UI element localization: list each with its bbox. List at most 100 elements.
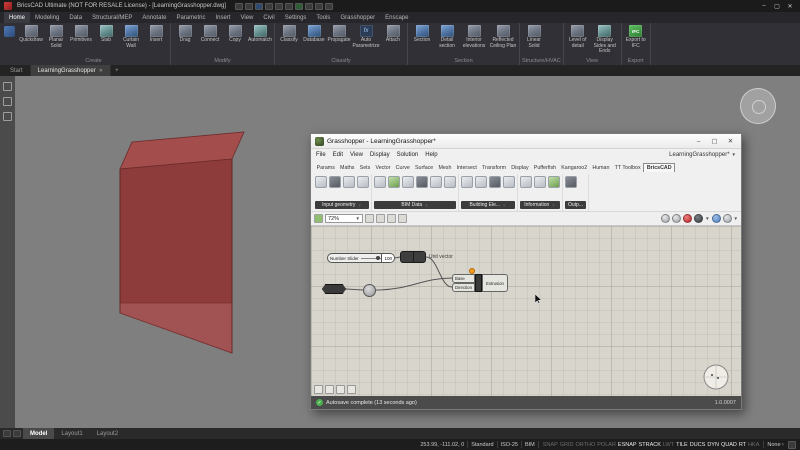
- ribbon-button-display-sides-ends[interactable]: Display Sides and Ends: [591, 24, 619, 55]
- gh-group-label[interactable]: BIM Data▼: [374, 201, 456, 209]
- model-viewport[interactable]: Grasshopper - LearningGrasshopper* – ▢ ✕…: [0, 76, 800, 428]
- toggle-ducs[interactable]: DUCS: [689, 442, 707, 448]
- doc-tab-learninggrasshopper[interactable]: LearningGrasshopper ✕: [31, 65, 111, 76]
- canvas-radar[interactable]: [703, 364, 729, 390]
- tab-view[interactable]: View: [235, 12, 258, 23]
- gh-tab-intersect[interactable]: Intersect: [454, 164, 480, 172]
- ribbon-button-planar-solid[interactable]: Planar Solid: [44, 24, 68, 49]
- zoom-in-icon[interactable]: [365, 214, 374, 223]
- gh-menu-edit[interactable]: Edit: [333, 152, 343, 158]
- undo-icon[interactable]: [275, 3, 283, 10]
- gh-component-icon[interactable]: [461, 176, 473, 188]
- gh-menu-file[interactable]: File: [316, 152, 326, 158]
- cursor-settings-icon[interactable]: [295, 3, 303, 10]
- number-slider-node[interactable]: Number Slider 100: [327, 253, 395, 263]
- toggle-snap[interactable]: SNAP: [542, 442, 559, 448]
- gh-menu-view[interactable]: View: [350, 152, 363, 158]
- toggle-ortho[interactable]: ORTHO: [575, 442, 597, 448]
- gh-maximize-button[interactable]: ▢: [708, 136, 721, 147]
- ribbon-button-propagate[interactable]: Propagate: [327, 24, 351, 44]
- gh-component-icon[interactable]: [374, 176, 386, 188]
- gh-minimize-button[interactable]: –: [692, 136, 705, 147]
- tab-structural-mep[interactable]: Structural/MEP: [87, 12, 137, 23]
- gh-component-icon[interactable]: [402, 176, 414, 188]
- doc-tab-start[interactable]: Start: [3, 65, 31, 76]
- tab-modeling[interactable]: Modeling: [30, 12, 64, 23]
- gh-component-icon[interactable]: [416, 176, 428, 188]
- new-file-icon[interactable]: [235, 3, 243, 10]
- workspace-icon[interactable]: [325, 3, 333, 10]
- toggle-hka[interactable]: HKA: [747, 442, 760, 448]
- preview-shaded-icon[interactable]: [672, 214, 681, 223]
- minimize-button[interactable]: –: [758, 1, 770, 11]
- layout-list-icon[interactable]: [3, 430, 11, 437]
- text-tool-icon[interactable]: [325, 385, 334, 394]
- gh-menu-solution[interactable]: Solution: [397, 152, 419, 158]
- gh-component-icon[interactable]: [565, 176, 577, 188]
- gh-component-icon[interactable]: [520, 176, 532, 188]
- chevron-down-icon[interactable]: ▼: [781, 442, 785, 447]
- grasshopper-canvas[interactable]: Number Slider 100 Unit vector Base Direc…: [311, 226, 741, 398]
- gh-tab-display[interactable]: Display: [509, 164, 532, 172]
- gh-component-icon[interactable]: [357, 176, 369, 188]
- paste-icon[interactable]: [315, 3, 323, 10]
- tab-tools[interactable]: Tools: [311, 12, 335, 23]
- display-settings-icon[interactable]: [712, 214, 721, 223]
- canvas-settings-icon[interactable]: [723, 214, 732, 223]
- ribbon-button-automatch[interactable]: Automatch: [248, 24, 272, 44]
- dock-panel-icon[interactable]: [3, 97, 12, 106]
- gh-tab-human[interactable]: Human: [590, 164, 612, 172]
- chevron-down-icon[interactable]: ▼: [705, 216, 709, 221]
- ribbon-button-slab[interactable]: Slab: [94, 24, 118, 44]
- ribbon-button-auto-parametrize[interactable]: fxAuto Parametrize: [352, 24, 380, 49]
- statusbar-settings-icon[interactable]: [788, 441, 796, 449]
- ribbon-button-attach[interactable]: Attach: [381, 24, 405, 44]
- app-button[interactable]: [2, 23, 17, 65]
- gh-tab-tt-toolbox[interactable]: TT Toolbox: [612, 164, 643, 172]
- tab-civil[interactable]: Civil: [258, 12, 279, 23]
- unit-vector-component[interactable]: [400, 251, 426, 263]
- cluster-tool-icon[interactable]: [347, 385, 356, 394]
- gh-group-label[interactable]: Building Ele...▼: [461, 201, 515, 209]
- ribbon-button-copy[interactable]: Copy: [223, 24, 247, 44]
- toggle-esnap[interactable]: ESNAP: [617, 442, 638, 448]
- gh-close-button[interactable]: ✕: [724, 136, 737, 147]
- gh-tab-bricscad[interactable]: BricsCAD: [643, 163, 675, 172]
- zoom-extents-icon[interactable]: [398, 214, 407, 223]
- gh-document-selector[interactable]: LearningGrasshopper*▼: [669, 152, 736, 158]
- slider-track[interactable]: [361, 258, 382, 259]
- brep-param-node[interactable]: [363, 284, 376, 297]
- save-icon[interactable]: [255, 3, 263, 10]
- tab-settings[interactable]: Settings: [280, 12, 312, 23]
- toggle-lwt[interactable]: LWT: [662, 442, 675, 448]
- tab-data[interactable]: Data: [64, 12, 87, 23]
- ribbon-button-interior-elevations[interactable]: Interior elevations: [460, 24, 488, 49]
- gh-component-icon[interactable]: [475, 176, 487, 188]
- extrude-input-direction[interactable]: Direction: [452, 283, 475, 292]
- ribbon-button-connect[interactable]: Connect: [198, 24, 222, 44]
- open-file-icon[interactable]: [245, 3, 253, 10]
- tab-home[interactable]: Home: [4, 12, 30, 23]
- gh-tab-surface[interactable]: Surface: [412, 164, 435, 172]
- ribbon-button-reflected-ceiling-plan[interactable]: Reflected Ceiling Plan: [489, 24, 517, 49]
- gh-tab-pufferfish[interactable]: Pufferfish: [531, 164, 558, 172]
- grasshopper-title-bar[interactable]: Grasshopper - LearningGrasshopper* – ▢ ✕: [311, 134, 741, 149]
- zoom-out-icon[interactable]: [376, 214, 385, 223]
- toggle-quad[interactable]: QUAD: [720, 442, 738, 448]
- dim-style[interactable]: ISO-25: [501, 442, 518, 448]
- ribbon-button-database[interactable]: Database: [302, 24, 326, 44]
- ribbon-button-primitives[interactable]: Primitives: [69, 24, 93, 44]
- preview-wire-icon[interactable]: [661, 214, 670, 223]
- slider-knob[interactable]: [376, 256, 380, 260]
- maximize-button[interactable]: ▢: [771, 1, 783, 11]
- gh-tab-maths[interactable]: Maths: [337, 164, 357, 172]
- new-doc-tab-button[interactable]: +: [111, 65, 123, 76]
- dock-panel-icon[interactable]: [3, 82, 12, 91]
- ribbon-button-insert[interactable]: Insert: [144, 24, 168, 44]
- geometry-param-node[interactable]: [322, 284, 346, 294]
- gh-component-icon[interactable]: [489, 176, 501, 188]
- pan-icon[interactable]: [387, 214, 396, 223]
- toggle-polar[interactable]: POLAR: [596, 442, 617, 448]
- doc-tab-close-icon[interactable]: ✕: [99, 68, 103, 74]
- chevron-down-icon[interactable]: ▼: [734, 216, 738, 221]
